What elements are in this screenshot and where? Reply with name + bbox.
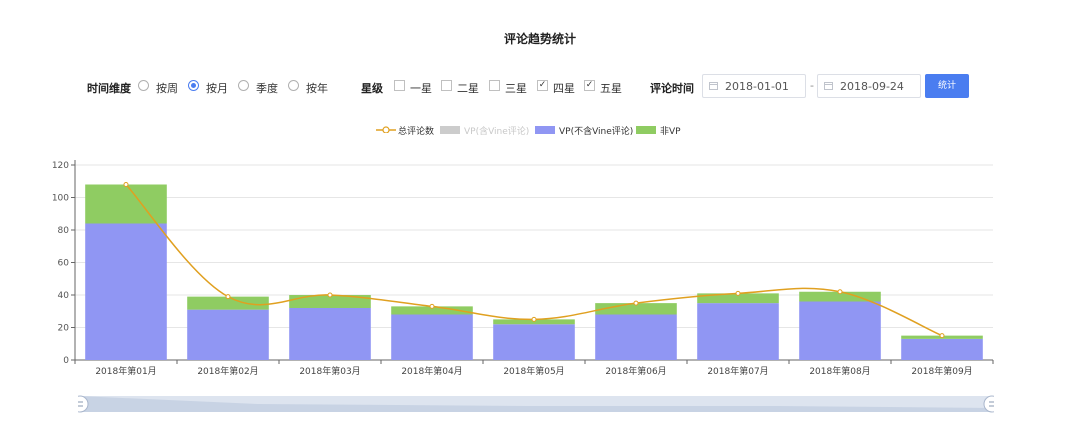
filter-bar: 时间维度 按周 按月 季度 按年 星级 一星 二星 三星 ✓ 四星 ✓ 五星 评… [0, 74, 1080, 100]
bar-vp[interactable] [697, 303, 779, 360]
checkbox-five-star[interactable]: ✓ [584, 80, 595, 91]
x-tick-label: 2018年第05月 [503, 365, 564, 377]
legend-label-vp: VP(不含Vine评论) [559, 127, 634, 137]
end-date-value: 2018-09-24 [840, 80, 904, 93]
date-separator: - [810, 79, 814, 92]
bar-nonvp[interactable] [85, 184, 167, 224]
stacked-bar-chart: 0 20 40 60 80 100 120 2018年第01月 2018年第02月 2018年第0… [52, 160, 994, 377]
radio-year-label[interactable]: 按年 [306, 80, 328, 96]
checkbox-two-star[interactable] [441, 80, 452, 91]
legend-label-total: 总评论数 [398, 127, 435, 137]
datazoom-slider[interactable] [78, 392, 994, 416]
y-tick-label: 80 [58, 226, 70, 236]
radio-quarter-label[interactable]: 季度 [256, 80, 278, 96]
submit-button[interactable]: 统计 [925, 74, 969, 98]
total-reviews-point[interactable] [837, 289, 843, 295]
radio-year[interactable] [288, 80, 299, 91]
bar-vp[interactable] [289, 308, 371, 360]
bar-vp[interactable] [901, 338, 983, 360]
radio-month-label[interactable]: 按月 [206, 80, 228, 96]
x-tick-label: 2018年第04月 [401, 365, 462, 377]
total-reviews-point[interactable] [429, 303, 435, 309]
x-tick-label: 2018年第01月 [95, 365, 156, 377]
y-tick-label: 0 [63, 356, 69, 366]
total-reviews-point[interactable] [939, 333, 945, 339]
x-tick-label: 2018年第08月 [809, 365, 870, 377]
review-time-label: 评论时间 [650, 82, 694, 95]
bar-vp[interactable] [493, 324, 575, 360]
y-tick-label: 120 [52, 161, 69, 171]
page-title: 评论趋势统计 [503, 32, 576, 46]
x-tick-label: 2018年第03月 [299, 365, 360, 377]
y-tick-label: 100 [52, 194, 69, 204]
radio-week-label[interactable]: 按周 [156, 80, 178, 96]
calendar-icon [709, 82, 718, 90]
time-dimension-label: 时间维度 [87, 82, 131, 95]
x-tick-label: 2018年第07月 [707, 365, 768, 377]
checkbox-three-star-label[interactable]: 三星 [505, 80, 527, 96]
start-date-value: 2018-01-01 [725, 80, 789, 93]
radio-month[interactable] [188, 80, 199, 91]
star-level-label: 星级 [361, 82, 383, 95]
bar-vp[interactable] [595, 314, 677, 361]
legend-line-swatch [376, 126, 396, 133]
legend-swatch-vine [440, 126, 460, 134]
legend-label-vine: VP(含Vine评论) [464, 127, 530, 137]
checkbox-four-star-label[interactable]: 四星 [553, 80, 575, 96]
y-tick-label: 40 [58, 291, 70, 301]
checkbox-three-star[interactable] [489, 80, 500, 91]
y-tick-label: 20 [58, 324, 70, 334]
y-tick-label: 60 [58, 259, 70, 269]
legend-label-nonvp: 非VP [660, 127, 681, 137]
start-date-input[interactable]: 2018-01-01 [702, 74, 806, 98]
checkbox-four-star[interactable]: ✓ [537, 80, 548, 91]
radio-week[interactable] [138, 80, 149, 91]
total-reviews-point[interactable] [327, 292, 333, 298]
x-tick-label: 2018年第02月 [197, 365, 258, 377]
checkbox-one-star[interactable] [394, 80, 405, 91]
bar-vp[interactable] [799, 301, 881, 361]
total-reviews-point[interactable] [633, 300, 639, 306]
x-tick-label: 2018年第06月 [605, 365, 666, 377]
bar-vp[interactable] [85, 223, 167, 361]
total-reviews-point[interactable] [531, 316, 537, 322]
total-reviews-point[interactable] [123, 182, 129, 187]
total-reviews-point[interactable] [225, 294, 231, 300]
chart-legend: 总评论数 VP(含Vine评论) VP(不含Vine评论) 非VP [0, 124, 1080, 138]
x-tick-label: 2018年第09月 [911, 365, 972, 377]
legend-swatch-vp [535, 126, 555, 134]
bar-vp[interactable] [391, 314, 473, 361]
legend-swatch-nonvp [636, 126, 656, 134]
calendar-icon [824, 82, 833, 90]
checkbox-two-star-label[interactable]: 二星 [457, 80, 479, 96]
checkbox-five-star-label[interactable]: 五星 [600, 80, 622, 96]
bar-vp[interactable] [187, 309, 269, 360]
total-reviews-point[interactable] [735, 290, 741, 296]
checkbox-one-star-label[interactable]: 一星 [410, 80, 432, 96]
radio-quarter[interactable] [238, 80, 249, 91]
end-date-input[interactable]: 2018-09-24 [817, 74, 921, 98]
